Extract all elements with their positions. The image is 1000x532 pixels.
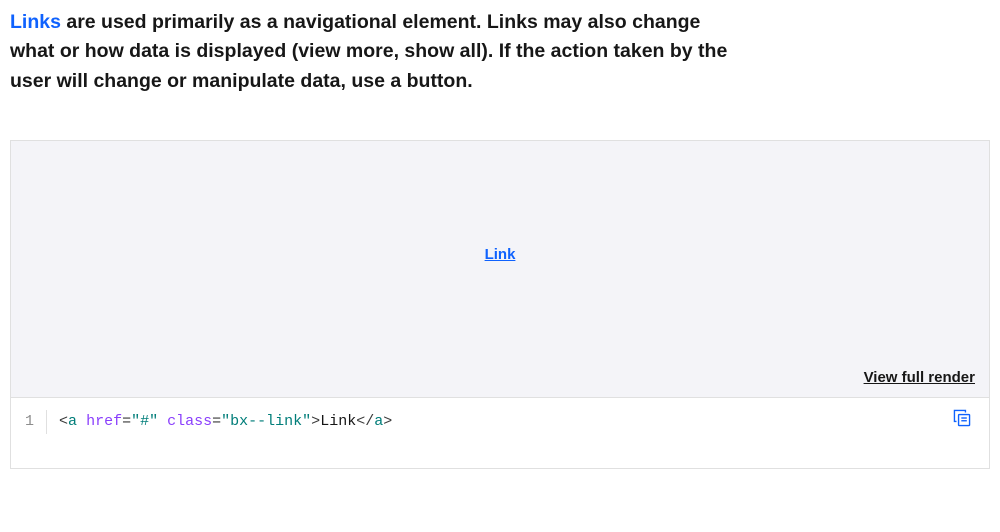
- demo-link[interactable]: Link: [485, 246, 516, 263]
- render-panel: Link: [11, 141, 989, 369]
- code-token: >: [311, 413, 320, 430]
- code-token: "#": [131, 413, 158, 430]
- code-line: <a href="#" class="bx--link">Link</a>: [59, 410, 392, 434]
- code-token: href: [86, 413, 122, 430]
- code-token: </: [356, 413, 374, 430]
- code-token: "bx--link": [221, 413, 311, 430]
- intro-rest-text: are used primarily as a navigational ele…: [10, 11, 727, 92]
- intro-paragraph: Links are used primarily as a navigation…: [10, 8, 750, 96]
- copy-code-button[interactable]: [949, 408, 975, 434]
- example-container: Link View full render 1 <a href="#" clas…: [10, 140, 990, 469]
- view-full-render-link[interactable]: View full render: [864, 369, 975, 386]
- code-token: a: [374, 413, 383, 430]
- code-token: <: [59, 413, 68, 430]
- view-full-render-bar: View full render: [11, 369, 989, 397]
- code-token: [158, 413, 167, 430]
- code-panel: 1 <a href="#" class="bx--link">Link</a>: [11, 397, 989, 468]
- copy-icon: [951, 407, 973, 434]
- code-token: =: [212, 413, 221, 430]
- code-token: class: [167, 413, 212, 430]
- code-line-number: 1: [25, 410, 47, 434]
- intro-links-link[interactable]: Links: [10, 11, 61, 33]
- code-token: Link: [320, 413, 356, 430]
- code-token: =: [122, 413, 131, 430]
- code-token: [77, 413, 86, 430]
- code-token: a: [68, 413, 77, 430]
- code-token: >: [383, 413, 392, 430]
